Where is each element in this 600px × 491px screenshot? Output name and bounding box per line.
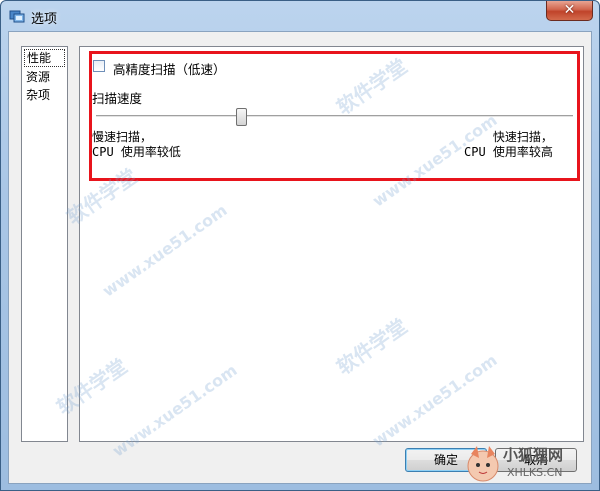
corner-logo-url: XHLKS.CN (507, 466, 563, 479)
corner-logo: 小狐狸网 XHLKS.CN (463, 444, 593, 484)
app-icon (9, 10, 25, 23)
close-icon: ✕ (563, 2, 576, 18)
annotation-highlight-box (89, 51, 580, 181)
category-list[interactable]: 性能 资源 杂项 (21, 46, 68, 442)
nav-item-performance[interactable]: 性能 (24, 49, 65, 67)
nav-item-misc[interactable]: 杂项 (24, 87, 65, 103)
options-dialog: 选项 ✕ 性能 资源 杂项 高精度扫描（低速） 扫描速度 慢速扫描， CPU 使… (0, 0, 600, 491)
window-title: 选项 (31, 12, 58, 27)
fox-icon (467, 446, 499, 482)
title-bar[interactable]: 选项 ✕ (1, 1, 599, 31)
dialog-body: 性能 资源 杂项 高精度扫描（低速） 扫描速度 慢速扫描， CPU 使用率较低 … (8, 31, 592, 484)
nav-item-resources[interactable]: 资源 (24, 69, 65, 85)
close-button[interactable]: ✕ (546, 1, 593, 21)
corner-logo-name: 小狐狸网 (503, 446, 564, 464)
